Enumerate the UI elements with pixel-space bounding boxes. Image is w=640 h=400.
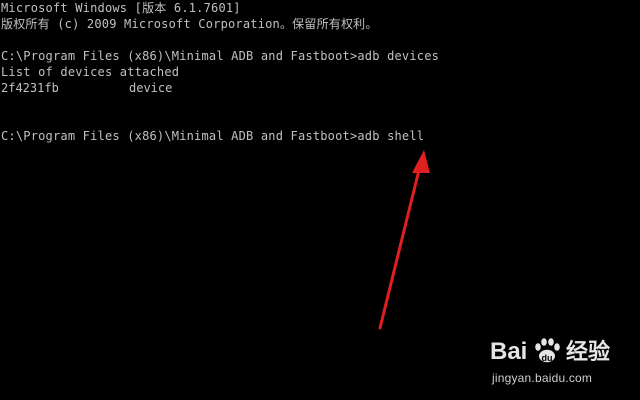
svg-text:du: du	[542, 353, 553, 363]
adb-shell-command-line[interactable]: C:\Program Files (x86)\Minimal ADB and F…	[1, 128, 424, 144]
device-row: 2f4231fb device	[1, 80, 301, 96]
svg-text:经验: 经验	[566, 339, 610, 365]
svg-text:Bai: Bai	[490, 338, 527, 365]
device-state: device	[129, 81, 173, 95]
adb-devices-command-line: C:\Program Files (x86)\Minimal ADB and F…	[1, 49, 440, 63]
windows-version-line: Microsoft Windows [版本 6.1.7601]	[1, 1, 241, 15]
watermark-url: jingyan.baidu.com	[492, 371, 593, 385]
baidu-paw-icon: du	[535, 338, 560, 363]
devices-list-header: List of devices attached	[1, 65, 180, 79]
baidu-jingyan-logo: Bai du 经验	[490, 338, 610, 365]
device-serial: 2f4231fb	[1, 81, 59, 95]
copyright-line: 版权所有 (c) 2009 Microsoft Corporation。保留所有…	[1, 17, 378, 31]
baidu-jingyan-watermark: Bai du 经验 jingyan.baidu.com	[486, 328, 626, 390]
